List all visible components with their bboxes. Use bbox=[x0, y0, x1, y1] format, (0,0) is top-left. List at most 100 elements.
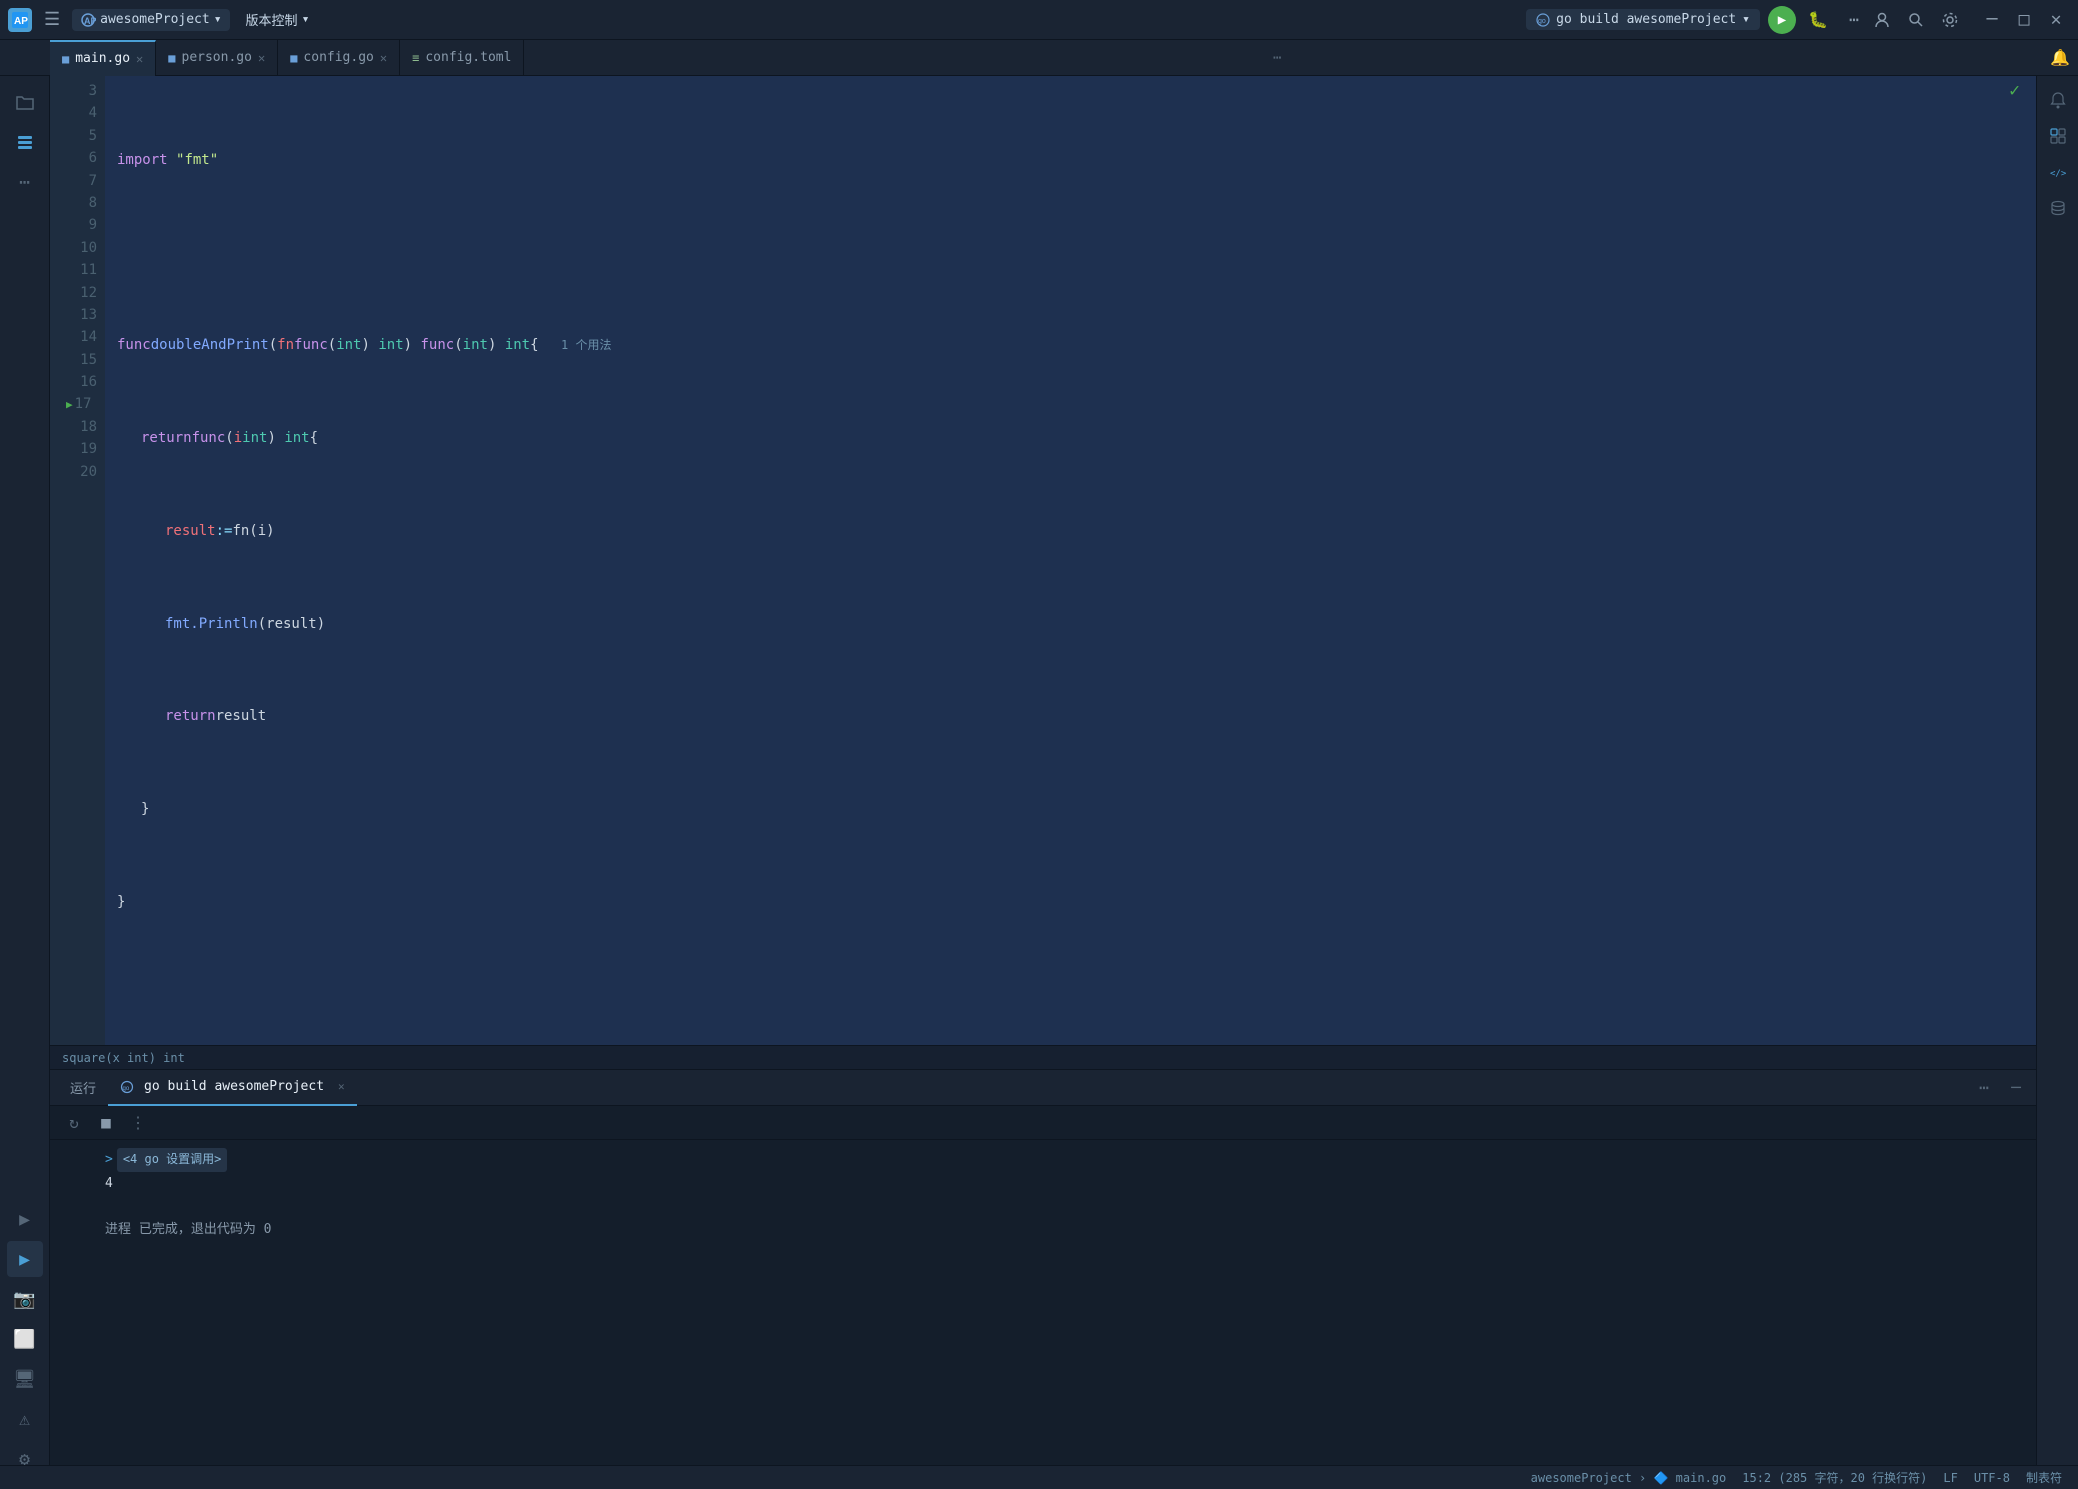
sidebar-monitor-icon[interactable]: 🖥 bbox=[7, 1361, 43, 1397]
run-config-label: go build awesomeProject bbox=[1556, 12, 1736, 27]
terminal-panel: 运行 go go build awesomeProject ✕ ⋯ ─ bbox=[50, 1069, 2036, 1489]
main-layout: ⋯ ▶ ▶ 📷 ⬜ 🖥 ⚠ ⚙ 3 4 5 6 7 8 9 10 bbox=[0, 76, 2078, 1489]
terminal-line-blank bbox=[105, 1195, 2024, 1218]
tab-config-go-icon: ■ bbox=[290, 51, 297, 65]
sidebar-terminal-icon[interactable]: ⬜ bbox=[7, 1321, 43, 1357]
terminal-cmd-badge: <4 go 设置调用> bbox=[117, 1148, 228, 1172]
tab-bar: ■ main.go ✕ ■ person.go ✕ ■ config.go ✕ … bbox=[0, 40, 2078, 76]
hamburger-icon[interactable]: ☰ bbox=[40, 5, 64, 34]
notification-bell-icon[interactable]: 🔔 bbox=[2042, 48, 2078, 67]
settings-icon[interactable] bbox=[1936, 6, 1964, 34]
terminal-line-3: 进程 已完成，退出代码为 0 bbox=[105, 1218, 2024, 1241]
code-line-5: func doubleAndPrint(fn func(int) int) fu… bbox=[117, 333, 2036, 359]
terminal-tab-bar: 运行 go go build awesomeProject ✕ ⋯ ─ bbox=[50, 1070, 2036, 1106]
terminal-stop-button[interactable]: ■ bbox=[94, 1111, 118, 1135]
tab-config-toml[interactable]: ≡ config.toml bbox=[400, 40, 524, 76]
terminal-restart-button[interactable]: ↻ bbox=[62, 1111, 86, 1135]
title-bar-center: go go build awesomeProject ▾ ▶ 🐛 ⋯ bbox=[1526, 6, 1868, 34]
tab-config-go-label: config.go bbox=[303, 50, 373, 65]
project-breadcrumb: awesomeProject › 🔷 main.go bbox=[1531, 1471, 1727, 1485]
svg-text:</>: </> bbox=[2050, 169, 2067, 179]
version-control[interactable]: 版本控制 ▾ bbox=[238, 7, 318, 32]
gutter-check-icon: ✓ bbox=[2009, 80, 2020, 101]
run-config-chevron: ▾ bbox=[1742, 12, 1750, 27]
project-icon: AP bbox=[80, 12, 96, 28]
go-icon: go bbox=[1536, 13, 1550, 27]
tab-config-go-close[interactable]: ✕ bbox=[380, 51, 387, 65]
terminal-exit-message: 进程 已完成，退出代码为 0 bbox=[105, 1218, 271, 1241]
code-line-4 bbox=[117, 240, 2036, 266]
minimize-button[interactable]: ─ bbox=[1978, 6, 2006, 34]
right-plugin-icon[interactable] bbox=[2042, 120, 2074, 152]
sidebar-folder-icon[interactable] bbox=[7, 84, 43, 120]
terminal-tab-run[interactable]: 运行 bbox=[58, 1070, 108, 1106]
more-run-options[interactable]: ⋯ bbox=[1840, 6, 1868, 34]
svg-text:go: go bbox=[1538, 18, 1546, 25]
version-control-chevron: ▾ bbox=[302, 12, 310, 27]
terminal-content[interactable]: > <4 go 设置调用> 4 进程 已完成，退出代码为 0 bbox=[50, 1140, 2036, 1489]
title-bar-right: ─ □ ✕ bbox=[1868, 6, 2070, 34]
line-ending: LF bbox=[1943, 1471, 1957, 1485]
tab-main-go[interactable]: ■ main.go ✕ bbox=[50, 40, 156, 76]
close-button[interactable]: ✕ bbox=[2042, 6, 2070, 34]
line-numbers: 3 4 5 6 7 8 9 10 11 12 13 14 15 16 ▶17 1… bbox=[50, 76, 105, 1045]
status-line: square(x int) int bbox=[50, 1045, 2036, 1069]
tab-person-go-label: person.go bbox=[182, 50, 252, 65]
code-line-10: } bbox=[117, 797, 2036, 823]
maximize-button[interactable]: □ bbox=[2010, 6, 2038, 34]
svg-text:AP: AP bbox=[84, 16, 96, 26]
run-button[interactable]: ▶ bbox=[1768, 6, 1796, 34]
terminal-options-button[interactable]: ⋯ bbox=[1972, 1076, 1996, 1100]
code-line-9: return result bbox=[117, 704, 2036, 730]
bottom-status-bar: awesomeProject › 🔷 main.go 15:2 (285 字符，… bbox=[0, 1465, 2078, 1489]
workspace-label: awesomeProject bbox=[1531, 1471, 1632, 1485]
right-xml-icon[interactable]: </> bbox=[2042, 156, 2074, 188]
terminal-tab-build-label: go build awesomeProject bbox=[144, 1079, 324, 1094]
debug-button[interactable]: 🐛 bbox=[1804, 6, 1832, 34]
code-lines[interactable]: import "fmt" func doubleAndPrint(fn func… bbox=[105, 76, 2036, 1045]
search-icon[interactable] bbox=[1902, 6, 1930, 34]
cursor-position: 15:2 (285 字符，20 行换行符) bbox=[1742, 1469, 1927, 1486]
terminal-tab-build[interactable]: go go build awesomeProject ✕ bbox=[108, 1070, 357, 1106]
encoding: UTF-8 bbox=[1974, 1471, 2010, 1485]
code-line-11: } bbox=[117, 889, 2036, 915]
sidebar-layers-icon[interactable] bbox=[7, 124, 43, 160]
title-bar-left: AP ☰ AP awesomeProject ▾ 版本控制 ▾ bbox=[8, 5, 1526, 34]
sidebar-camera-icon[interactable]: 📷 bbox=[7, 1281, 43, 1317]
terminal-tab-build-close[interactable]: ✕ bbox=[338, 1080, 345, 1093]
tab-config-toml-icon: ≡ bbox=[412, 51, 419, 65]
window-controls: ─ □ ✕ bbox=[1978, 6, 2070, 34]
terminal-prompt-1: > bbox=[105, 1148, 113, 1171]
tab-main-go-icon: ■ bbox=[62, 52, 69, 66]
terminal-more-button[interactable]: ⋮ bbox=[126, 1111, 150, 1135]
editor-area: 3 4 5 6 7 8 9 10 11 12 13 14 15 16 ▶17 1… bbox=[50, 76, 2036, 1489]
code-line-6: return func(i int) int { bbox=[117, 425, 2036, 451]
right-database-icon[interactable] bbox=[2042, 192, 2074, 224]
app-logo: AP bbox=[8, 8, 32, 32]
go-build-icon: go bbox=[120, 1080, 134, 1094]
tab-config-go[interactable]: ■ config.go ✕ bbox=[278, 40, 400, 76]
right-notifications-icon[interactable] bbox=[2042, 84, 2074, 116]
svg-text:go: go bbox=[123, 1086, 130, 1092]
project-selector[interactable]: AP awesomeProject ▾ bbox=[72, 9, 229, 31]
tab-main-go-close[interactable]: ✕ bbox=[136, 52, 143, 66]
title-bar: AP ☰ AP awesomeProject ▾ 版本控制 ▾ go go bu… bbox=[0, 0, 2078, 40]
code-line-8: fmt.Println(result) bbox=[117, 611, 2036, 637]
code-editor: 3 4 5 6 7 8 9 10 11 12 13 14 15 16 ▶17 1… bbox=[50, 76, 2036, 1489]
tab-more-button[interactable]: ⋯ bbox=[1273, 50, 1293, 66]
profile-icon[interactable] bbox=[1868, 6, 1896, 34]
sidebar-run-icon[interactable]: ▶ bbox=[7, 1201, 43, 1237]
tab-person-go[interactable]: ■ person.go ✕ bbox=[156, 40, 278, 76]
sidebar-active-run-icon[interactable]: ▶ bbox=[7, 1241, 43, 1277]
tab-main-go-label: main.go bbox=[75, 51, 130, 66]
sidebar-more-icon[interactable]: ⋯ bbox=[7, 164, 43, 200]
sidebar-alert-icon[interactable]: ⚠ bbox=[7, 1401, 43, 1437]
terminal-minimize-button[interactable]: ─ bbox=[2004, 1076, 2028, 1100]
code-line-12 bbox=[117, 982, 2036, 1008]
tab-config-toml-label: config.toml bbox=[425, 50, 511, 65]
terminal-toolbar: ↻ ■ ⋮ bbox=[50, 1106, 2036, 1140]
tab-person-go-close[interactable]: ✕ bbox=[258, 51, 265, 65]
terminal-tab-run-label: 运行 bbox=[70, 1078, 96, 1097]
run-config-selector[interactable]: go go build awesomeProject ▾ bbox=[1526, 9, 1760, 30]
terminal-actions: ⋯ ─ bbox=[1972, 1076, 2028, 1100]
